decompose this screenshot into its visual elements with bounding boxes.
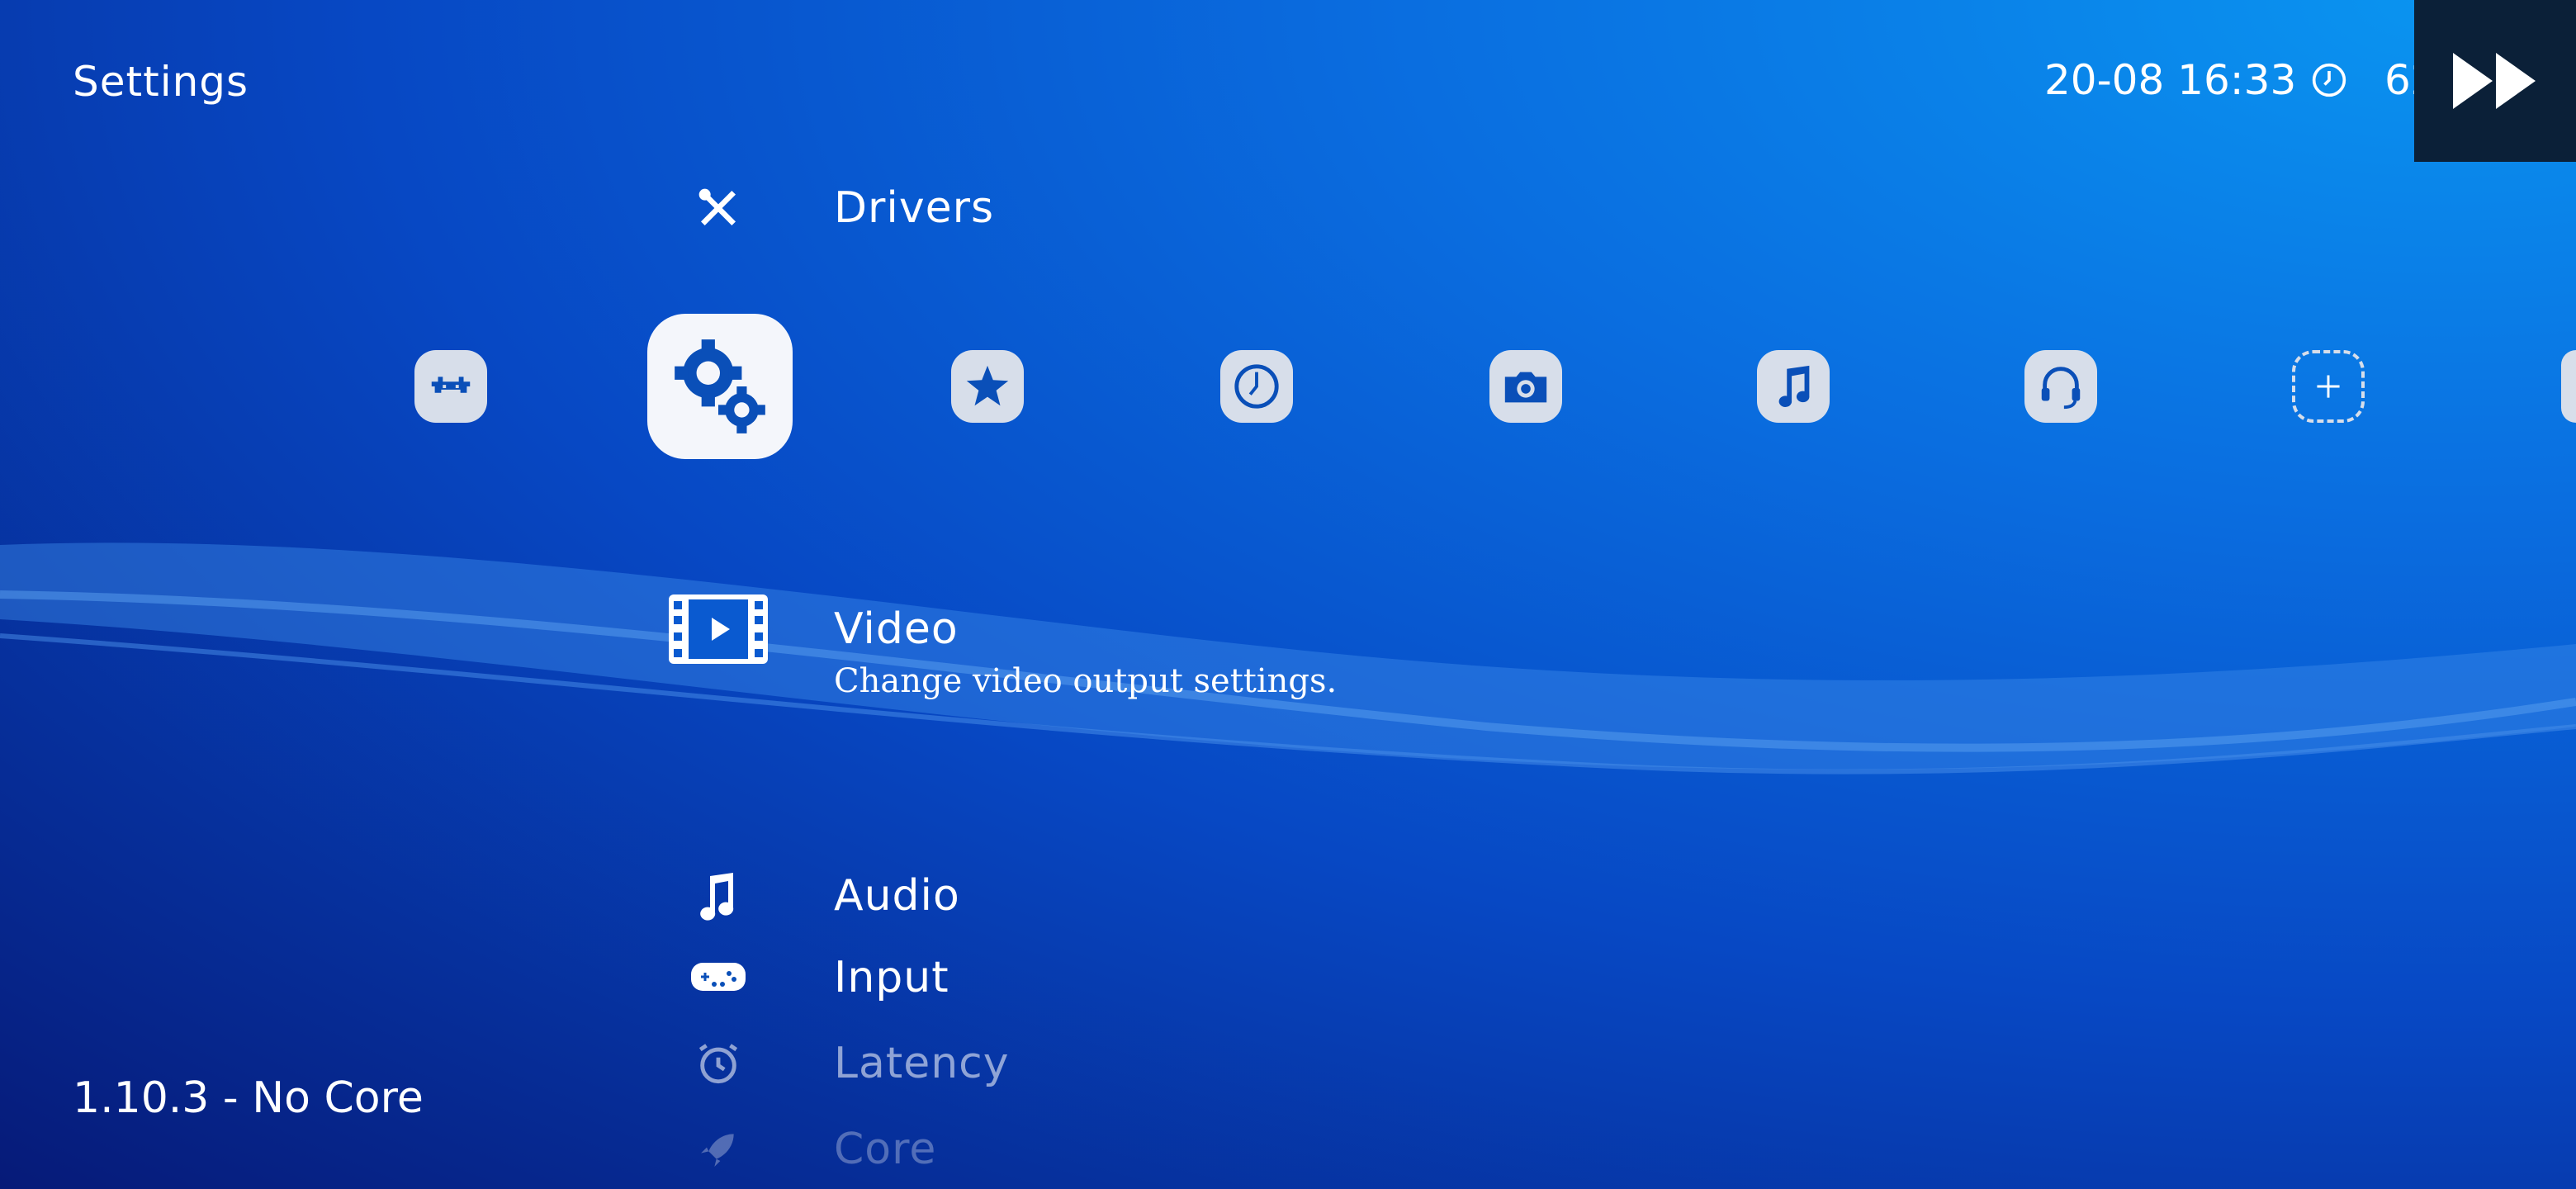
- menu-item-core[interactable]: Core: [661, 1125, 936, 1174]
- headset-icon: [2041, 367, 2081, 410]
- menu-item-input[interactable]: Input: [661, 953, 949, 1002]
- menu-item-label: Video: [834, 604, 959, 654]
- tab-history[interactable]: [1220, 350, 1293, 423]
- clock: 20-08 16:33: [2044, 56, 2347, 104]
- alarm-clock-icon: [698, 1044, 738, 1084]
- fast-forward-button[interactable]: [2414, 0, 2576, 162]
- fast-forward-icon: [2453, 53, 2536, 109]
- tab-main-menu[interactable]: [414, 350, 487, 423]
- menu-item-latency[interactable]: Latency: [661, 1039, 1010, 1088]
- tab-music[interactable]: [1757, 350, 1830, 423]
- clock-icon: [2313, 63, 2346, 97]
- menu-item-label: Input: [834, 953, 949, 1002]
- menu-item-label: Core: [834, 1125, 937, 1174]
- tab-next-partial[interactable]: [2561, 350, 2576, 423]
- clock-icon: [1234, 364, 1279, 409]
- background-wave: [0, 542, 2576, 775]
- film-play-icon: [669, 594, 768, 664]
- menu-item-label: Audio: [834, 871, 960, 921]
- retroarch-invader-icon: [431, 377, 471, 393]
- music-note-icon: [1778, 365, 1810, 407]
- menu-item-video[interactable]: Video: [661, 593, 959, 666]
- tab-images[interactable]: [1489, 350, 1562, 423]
- tab-favorites[interactable]: [951, 350, 1024, 423]
- page-title: Settings: [73, 58, 249, 106]
- gears-icon: [675, 339, 765, 433]
- plus-icon: [2317, 375, 2340, 398]
- tab-netplay[interactable]: [2024, 350, 2097, 423]
- gamepad-icon: [691, 963, 746, 991]
- rocket-icon: [701, 1134, 734, 1167]
- tab-import-content[interactable]: [2292, 350, 2365, 423]
- music-note-icon: [700, 873, 734, 921]
- star-icon: [966, 365, 1009, 406]
- menu-item-audio[interactable]: Audio: [661, 867, 960, 925]
- datetime-text: 20-08 16:33: [2044, 56, 2297, 104]
- menu-item-label: Latency: [834, 1039, 1010, 1088]
- menu-item-label: Drivers: [834, 183, 995, 233]
- version-label: 1.10.3 - No Core: [73, 1073, 424, 1123]
- camera-icon: [1504, 372, 1547, 403]
- menu-item-drivers[interactable]: Drivers: [661, 183, 994, 233]
- tab-settings[interactable]: [647, 314, 793, 459]
- menu-item-sublabel: Change video output settings.: [834, 662, 1338, 700]
- wrench-screwdriver-icon: [698, 188, 736, 225]
